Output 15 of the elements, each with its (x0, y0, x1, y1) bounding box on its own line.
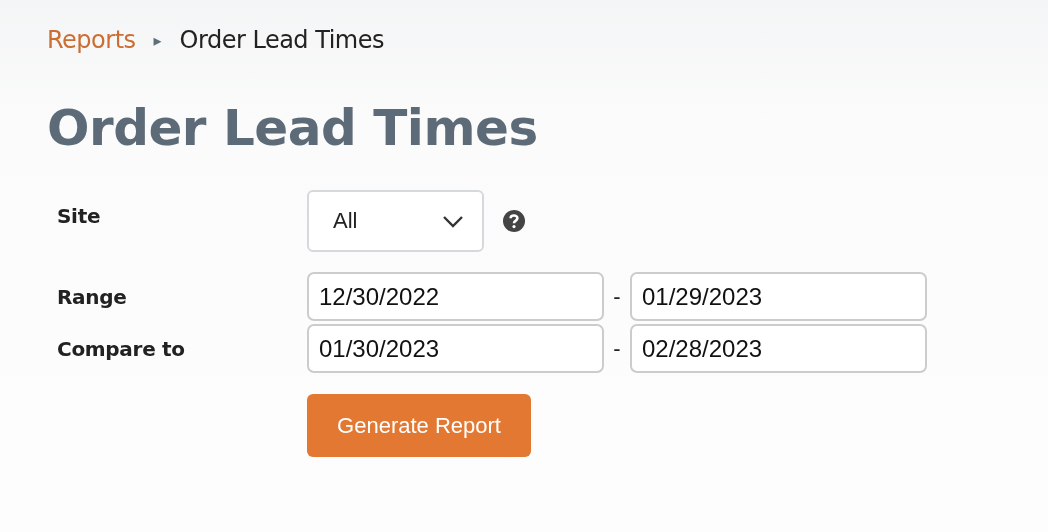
field-label: Range (57, 284, 128, 309)
breadcrumb-separator: ▸ (153, 30, 162, 50)
field-label: Compare to (57, 336, 186, 361)
page-title: Order Lead Times (47, 100, 539, 156)
chevron-down-icon (442, 214, 464, 228)
help-icon[interactable] (503, 210, 525, 232)
site-dropdown[interactable]: All (307, 190, 484, 252)
range-dash: - (612, 283, 622, 310)
end-date-field[interactable]: 02/28/2023 (630, 324, 927, 373)
start-date-field[interactable]: 12/30/2022 (307, 272, 604, 321)
start-date-field[interactable]: 01/30/2023 (307, 324, 604, 373)
range-dash: - (612, 335, 622, 362)
breadcrumb-current: Order Lead Times (179, 26, 384, 54)
field-label: Site (57, 204, 102, 228)
end-date-field[interactable]: 01/29/2023 (630, 272, 927, 321)
